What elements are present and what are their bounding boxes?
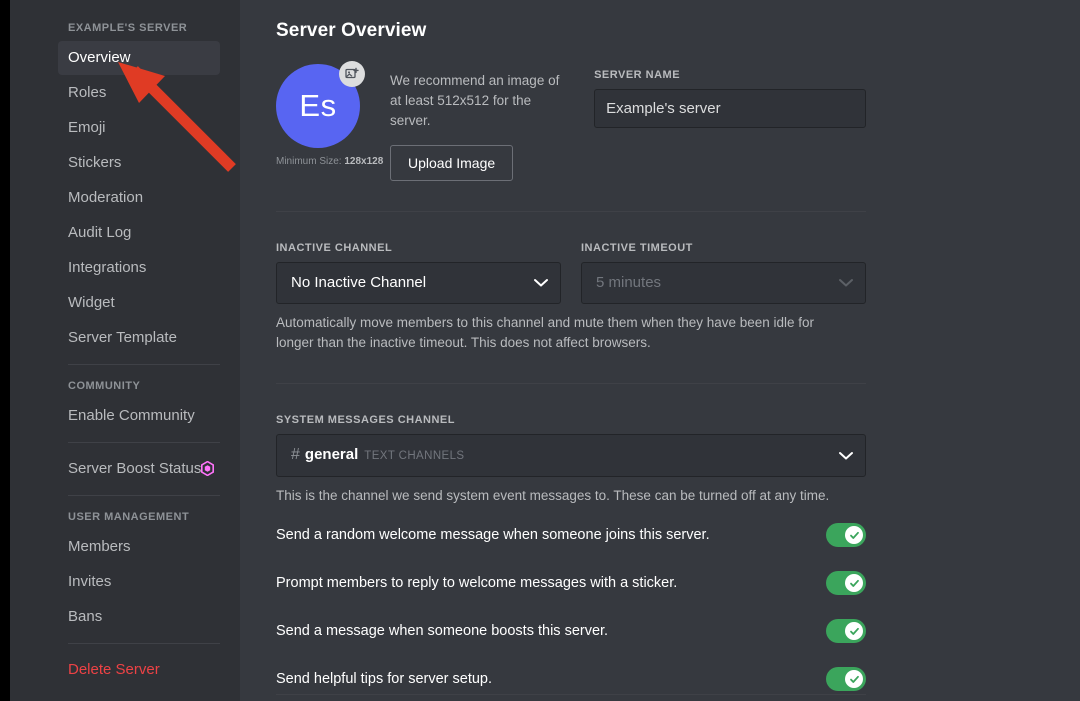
bottom-divider bbox=[276, 694, 866, 695]
toggle-knob bbox=[845, 574, 863, 592]
section-divider bbox=[276, 383, 866, 384]
sidebar-divider bbox=[68, 442, 220, 443]
sidebar-item-stickers[interactable]: Stickers bbox=[58, 146, 220, 180]
sidebar-item-integrations[interactable]: Integrations bbox=[58, 251, 220, 285]
toggle-row-boost-message: Send a message when someone boosts this … bbox=[276, 612, 866, 650]
system-messages-channel-name: general bbox=[305, 446, 358, 463]
sidebar-item-label: Server Boost Status bbox=[68, 459, 201, 478]
upload-recommendation-text: We recommend an image of at least 512x51… bbox=[390, 71, 568, 131]
check-icon bbox=[849, 530, 860, 541]
inactive-helper-text: Automatically move members to this chann… bbox=[276, 313, 836, 353]
sidebar-item-label: Delete Server bbox=[68, 660, 160, 679]
chevron-down-icon bbox=[839, 279, 853, 288]
sidebar-divider bbox=[68, 495, 220, 496]
inactive-timeout-select[interactable]: 5 minutes bbox=[581, 262, 866, 304]
sidebar-item-label: Server Template bbox=[68, 328, 177, 347]
sidebar-divider bbox=[68, 643, 220, 644]
toggle-label: Send a message when someone boosts this … bbox=[276, 623, 608, 639]
toggle-label: Send a random welcome message when someo… bbox=[276, 527, 710, 543]
hash-icon: # bbox=[291, 446, 300, 463]
add-image-icon bbox=[345, 67, 359, 81]
sidebar-item-enable-community[interactable]: Enable Community bbox=[58, 399, 220, 433]
system-messages-helper-text: This is the channel we send system event… bbox=[276, 486, 836, 506]
sidebar-item-label: Widget bbox=[68, 293, 115, 312]
toggle-sticker-reply[interactable] bbox=[826, 571, 866, 595]
chevron-down-icon bbox=[534, 279, 548, 288]
check-icon bbox=[849, 674, 860, 685]
system-messages-channel-category: TEXT CHANNELS bbox=[364, 450, 464, 462]
sidebar-divider bbox=[68, 364, 220, 365]
sidebar-item-label: Invites bbox=[68, 572, 111, 591]
min-size-prefix: Minimum Size: bbox=[276, 156, 344, 167]
toggle-welcome-message[interactable] bbox=[826, 523, 866, 547]
sidebar-item-audit-log[interactable]: Audit Log bbox=[58, 216, 220, 250]
inactive-settings-row: INACTIVE CHANNEL No Inactive Channel INA… bbox=[276, 242, 866, 304]
page-title: Server Overview bbox=[276, 20, 866, 42]
inactive-timeout-column: INACTIVE TIMEOUT 5 minutes bbox=[581, 242, 866, 304]
toggle-knob bbox=[845, 670, 863, 688]
inactive-timeout-label: INACTIVE TIMEOUT bbox=[581, 242, 866, 254]
toggle-row-setup-tips: Send helpful tips for server setup. bbox=[276, 660, 866, 698]
toggle-boost-message[interactable] bbox=[826, 619, 866, 643]
server-identity-row: Es Minimum Size: 128x128 bbox=[276, 64, 866, 181]
inactive-channel-value: No Inactive Channel bbox=[291, 274, 426, 291]
boost-gem-icon bbox=[201, 461, 214, 476]
settings-sidebar: EXAMPLE'S SERVER Overview Roles Emoji St… bbox=[10, 0, 240, 701]
min-size-value: 128x128 bbox=[344, 156, 383, 167]
toggle-knob bbox=[845, 526, 863, 544]
upload-column: We recommend an image of at least 512x51… bbox=[390, 64, 568, 181]
sidebar-item-widget[interactable]: Widget bbox=[58, 286, 220, 320]
sidebar-item-label: Stickers bbox=[68, 153, 121, 172]
system-messages-label: SYSTEM MESSAGES CHANNEL bbox=[276, 414, 866, 426]
sidebar-item-label: Enable Community bbox=[68, 406, 195, 425]
sidebar-item-label: Overview bbox=[68, 48, 131, 67]
min-size-note: Minimum Size: 128x128 bbox=[276, 156, 376, 167]
sidebar-item-label: Integrations bbox=[68, 258, 146, 277]
sidebar-user-management-header: USER MANAGEMENT bbox=[10, 505, 230, 529]
sidebar-community-header: COMMUNITY bbox=[10, 374, 230, 398]
sidebar-item-server-boost-status[interactable]: Server Boost Status bbox=[58, 452, 220, 486]
server-avatar-wrap: Es Minimum Size: 128x128 bbox=[276, 64, 376, 167]
server-name-column: SERVER NAME bbox=[594, 64, 866, 128]
sidebar-item-bans[interactable]: Bans bbox=[58, 600, 220, 634]
server-name-label: SERVER NAME bbox=[594, 69, 866, 81]
sidebar-item-members[interactable]: Members bbox=[58, 530, 220, 564]
add-image-badge[interactable] bbox=[339, 61, 365, 87]
toggle-label: Prompt members to reply to welcome messa… bbox=[276, 575, 677, 591]
sidebar-item-roles[interactable]: Roles bbox=[58, 76, 220, 110]
sidebar-item-delete-server[interactable]: Delete Server bbox=[58, 653, 220, 687]
sidebar-item-emoji[interactable]: Emoji bbox=[58, 111, 220, 145]
inactive-channel-column: INACTIVE CHANNEL No Inactive Channel bbox=[276, 242, 561, 304]
toggle-knob bbox=[845, 622, 863, 640]
sidebar-item-server-template[interactable]: Server Template bbox=[58, 321, 220, 355]
sidebar-server-header: EXAMPLE'S SERVER bbox=[10, 16, 230, 40]
toggle-row-welcome-message: Send a random welcome message when someo… bbox=[276, 516, 866, 554]
inactive-channel-label: INACTIVE CHANNEL bbox=[276, 242, 561, 254]
sidebar-item-label: Emoji bbox=[68, 118, 106, 137]
sidebar-item-label: Members bbox=[68, 537, 131, 556]
sidebar-item-moderation[interactable]: Moderation bbox=[58, 181, 220, 215]
check-icon bbox=[849, 626, 860, 637]
sidebar-item-invites[interactable]: Invites bbox=[58, 565, 220, 599]
chevron-down-icon bbox=[839, 451, 853, 460]
sidebar-item-overview[interactable]: Overview bbox=[58, 41, 220, 75]
system-messages-channel-select[interactable]: # general TEXT CHANNELS bbox=[276, 434, 866, 477]
sidebar-item-label: Moderation bbox=[68, 188, 143, 207]
sidebar-item-label: Audit Log bbox=[68, 223, 131, 242]
upload-image-button[interactable]: Upload Image bbox=[390, 145, 513, 181]
inactive-channel-select[interactable]: No Inactive Channel bbox=[276, 262, 561, 304]
sidebar-item-label: Bans bbox=[68, 607, 102, 626]
toggle-row-sticker-reply: Prompt members to reply to welcome messa… bbox=[276, 564, 866, 602]
settings-main-panel: Server Overview Es bbox=[240, 0, 1080, 701]
section-divider bbox=[276, 211, 866, 212]
left-gutter bbox=[0, 0, 10, 701]
sidebar-item-label: Roles bbox=[68, 83, 106, 102]
toggle-setup-tips[interactable] bbox=[826, 667, 866, 691]
check-icon bbox=[849, 578, 860, 589]
server-name-input[interactable] bbox=[594, 89, 866, 128]
toggle-label: Send helpful tips for server setup. bbox=[276, 671, 492, 687]
inactive-timeout-value: 5 minutes bbox=[596, 274, 661, 291]
avatar-initials: Es bbox=[299, 88, 336, 124]
discord-server-settings: EXAMPLE'S SERVER Overview Roles Emoji St… bbox=[0, 0, 1080, 701]
